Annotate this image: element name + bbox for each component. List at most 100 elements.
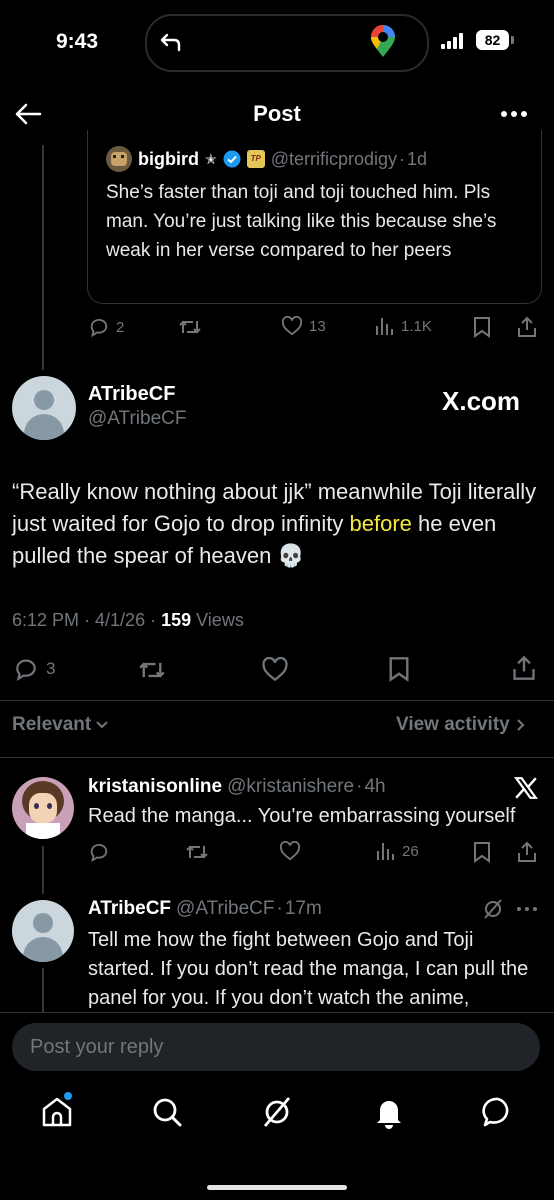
repost-button[interactable] [178,316,202,338]
quoted-header: bigbird ✭ TP @terrificprodigy · 1d [106,146,427,172]
tab-messages[interactable] [481,1095,515,1129]
view-activity-label: View activity [396,714,510,735]
reply-input[interactable]: Post your reply [12,1023,540,1071]
reply-author-name[interactable]: kristanisonline [88,776,222,798]
reply-actions: 26 [88,841,540,865]
thread-line [42,968,44,1018]
sort-label: Relevant [12,714,92,735]
reply-repost-button[interactable] [185,841,209,863]
reply-placeholder: Post your reply [30,1036,164,1058]
heart-icon [281,316,303,336]
sort-dropdown[interactable]: Relevant [12,714,109,736]
quoted-age: 1d [407,148,428,169]
share-icon [518,841,536,862]
views-icon [376,318,393,335]
battery-level: 82 [484,32,501,48]
grok-icon[interactable] [482,898,504,920]
reply-handle[interactable]: @ATribeCF [176,898,274,920]
bell-icon [377,1101,401,1129]
brand-text-visible: X.com [442,386,523,417]
reply-icon [16,659,36,681]
reply-header: kristanisonline @kristanishere · 4h [88,776,386,798]
bookmark-icon [474,842,490,863]
reply-like-button[interactable] [279,841,301,861]
reply-reply-button[interactable] [88,841,110,863]
reply-views-button[interactable]: 26 [376,841,419,861]
quoted-author-name[interactable]: bigbird [138,149,199,170]
share-icon [513,655,535,680]
back-arrow-icon[interactable] [159,31,183,53]
home-icon [42,1097,72,1127]
author-handle[interactable]: @ATribeCF [88,408,186,430]
heart-icon [279,841,301,861]
messages-icon [482,1097,509,1127]
thread-line [42,846,44,894]
like-count: 13 [309,317,326,335]
reply-handle[interactable]: @kristanishere [227,776,354,798]
status-time: 9:43 [56,30,99,53]
repost-icon [179,320,201,334]
view-activity-link[interactable]: View activity [396,714,526,736]
quoted-post-card[interactable]: bigbird ✭ TP @terrificprodigy · 1d She’s… [87,130,542,304]
post-views-label: Views [191,610,244,630]
tab-notifications[interactable] [372,1095,406,1129]
tab-grok[interactable] [260,1095,294,1129]
reply-avatar-kristan[interactable] [12,777,74,839]
dynamic-island[interactable] [145,14,429,72]
reply-text: Tell me how the fight between Gojo and T… [88,929,529,1009]
battery-cap [511,36,514,44]
reply-views-count: 26 [402,842,419,860]
signal-icon [441,33,465,49]
star-icon: ✭ [205,150,217,167]
views-icon [377,843,394,860]
reply-share-button[interactable] [516,841,538,863]
reply-author-name[interactable]: ATribeCF [88,898,171,920]
bookmark-button[interactable] [473,316,491,338]
reply-button[interactable]: 2 [88,316,124,338]
share-button[interactable] [516,316,538,338]
like-button[interactable]: 13 [281,316,326,336]
bookmark-icon [474,317,490,338]
reply-bookmark-button[interactable] [473,841,491,863]
post-meta: 6:12 PM · 4/1/26 · 159 Views [12,610,244,631]
author-name[interactable]: ATribeCF [88,383,175,406]
main-reply-button[interactable]: 3 [12,656,55,682]
status-bar: 9:43 82 [0,0,554,80]
reply-separator: · [276,898,283,919]
verified-badge-icon [223,150,241,168]
divider [0,700,554,701]
author-avatar[interactable] [12,376,76,440]
heart-icon [262,657,288,682]
more-options-icon[interactable] [500,110,528,118]
views-button[interactable]: 1.1K [375,316,432,336]
post-text: “Really know nothing about jjk” meanwhil… [12,476,542,572]
reply-text: Read the manga... You're embarrassing yo… [88,805,516,827]
tab-home[interactable] [40,1092,74,1129]
reply-age: 4h [364,776,386,797]
main-bookmark-button[interactable] [388,656,410,682]
battery-icon: 82 [476,30,509,50]
reply-avatar-atribecf[interactable] [12,900,74,962]
quoted-handle[interactable]: @terrificprodigy [271,149,397,170]
more-options-icon[interactable] [516,906,538,912]
share-icon [518,316,536,337]
thread-line [42,145,44,370]
divider [0,757,554,758]
repost-icon [139,662,165,678]
reply-icon [90,318,108,338]
quoted-avatar[interactable] [106,146,132,172]
divider [0,1012,554,1013]
grok-icon [263,1097,291,1127]
main-share-button[interactable] [511,655,537,681]
search-icon [153,1098,182,1127]
maps-pin-icon[interactable] [369,25,397,59]
main-repost-button[interactable] [137,657,167,683]
reply-header: ATribeCF @ATribeCF · 17m [88,898,322,920]
quoted-text: She’s faster than toji and toji touched … [106,182,497,261]
page-title: Post [253,101,301,126]
brand-text-display: X.com [442,386,521,416]
post-views-count[interactable]: 159 [161,610,191,630]
tab-search[interactable] [150,1095,184,1129]
main-like-button[interactable] [261,657,289,682]
affiliate-badge-icon: TP [246,150,265,168]
